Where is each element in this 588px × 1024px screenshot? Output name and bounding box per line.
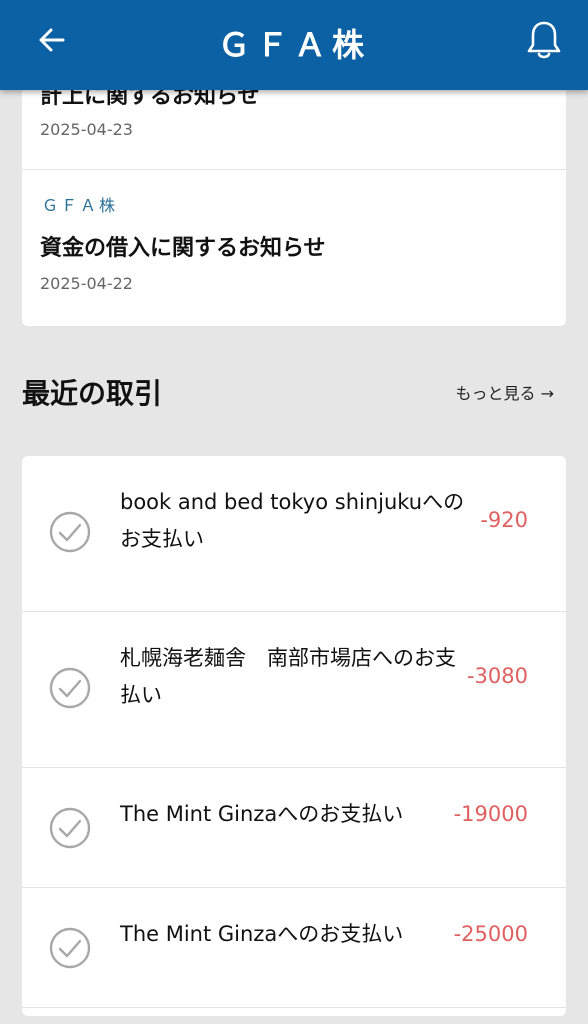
transaction-amount: -25000 [453,922,528,946]
transaction-amount: -920 [480,508,528,532]
app-header: ＧＦＡ株 [0,0,588,90]
news-date: 2025-04-22 [40,274,133,293]
transaction-row[interactable]: 札幌海老麺舎 南部市場店へのお支払い -3080 [22,612,566,768]
transaction-description: 札幌海老麺舎 南部市場店へのお支払い [120,646,456,707]
check-circle-icon [49,927,91,969]
recent-transactions-title: 最近の取引 [22,377,163,410]
check-circle-icon [49,511,91,553]
transaction-description: book and bed tokyo shinjukuへのお支払い [120,490,465,551]
news-source: ＧＦＡ株 [42,196,119,215]
news-title: 資金の借入に関するお知らせ [40,236,326,261]
news-item[interactable]: ＧＦＡ株 資金の借入に関するお知らせ 2025-04-22 [22,170,566,326]
check-circle-icon [49,807,91,849]
transaction-row[interactable]: book and bed tokyo shinjukuへのお支払い -920 [22,456,566,612]
transaction-description: The Mint Ginzaへのお支払い [120,802,404,826]
news-date: 2025-04-23 [40,120,133,139]
check-circle-icon [49,667,91,709]
transaction-row[interactable]: The Mint Ginzaへのお支払い -25000 [22,888,566,1008]
see-more-link[interactable]: もっと見る → [456,380,555,404]
page-title: ＧＦＡ株 [217,26,370,64]
transaction-row[interactable]: The Mint Ginzaへのお支払い -19000 [22,768,566,888]
transactions-card: book and bed tokyo shinjukuへのお支払い -920 札… [22,456,566,1016]
notifications-button[interactable] [522,18,566,62]
transaction-amount: -19000 [453,802,528,826]
transaction-amount: -3080 [466,664,528,688]
bell-icon [527,21,561,59]
transaction-description: The Mint Ginzaへのお支払い [120,922,404,946]
